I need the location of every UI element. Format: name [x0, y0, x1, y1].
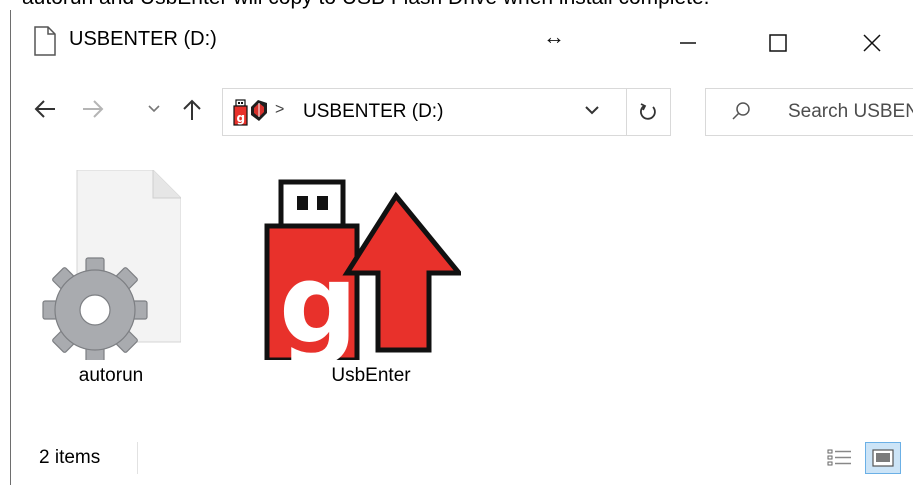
- title-bar: USBENTER (D:) ↔: [11, 10, 913, 70]
- large-icons-view-icon: [872, 449, 894, 467]
- refresh-icon: [639, 103, 656, 120]
- details-view-icon[interactable]: [827, 448, 853, 473]
- usb-drive-icon: g: [231, 99, 271, 132]
- window-title: USBENTER (D:): [69, 28, 217, 50]
- resize-cursor-icon: ↔: [543, 24, 565, 49]
- up-arrow-icon[interactable]: [181, 98, 203, 122]
- search-placeholder: Search USBENTER (D:): [788, 101, 913, 122]
- large-icons-view-button[interactable]: [865, 442, 901, 474]
- search-field[interactable]: Search USBENTER (D:): [705, 88, 913, 136]
- maximize-button[interactable]: [748, 20, 808, 66]
- file-list: autorun g UsbEnter: [11, 150, 913, 420]
- address-field[interactable]: g > USBENTER (D:): [222, 88, 627, 136]
- file-name-usbenter: UsbEnter: [331, 365, 411, 386]
- recent-locations-chevron-icon[interactable]: [147, 104, 161, 114]
- forward-arrow-icon[interactable]: [81, 98, 105, 120]
- file-item-autorun[interactable]: autorun: [41, 170, 181, 390]
- refresh-button[interactable]: [625, 88, 671, 136]
- search-icon: [730, 100, 752, 127]
- address-toolbar: g > USBENTER (D:) Search USBE: [11, 70, 913, 150]
- item-count: 2 items: [39, 447, 101, 468]
- close-icon: [863, 34, 881, 52]
- maximize-icon: [769, 34, 787, 52]
- status-divider: [137, 442, 138, 474]
- address-dropdown-icon[interactable]: [583, 101, 601, 124]
- status-bar: 2 items: [11, 428, 913, 478]
- back-arrow-icon[interactable]: [33, 98, 57, 120]
- folder-document-icon: [33, 26, 57, 61]
- breadcrumb-path[interactable]: USBENTER (D:): [303, 101, 443, 123]
- breadcrumb-chevron-icon: >: [275, 101, 285, 118]
- file-item-usbenter[interactable]: g UsbEnter: [261, 170, 461, 390]
- svg-text:g: g: [279, 240, 358, 360]
- svg-text:g: g: [237, 111, 246, 125]
- explorer-window: USBENTER (D:) ↔ g > USBENTER (D:) Search…: [10, 10, 913, 485]
- caption-text: autorun and UsbEnter will copy to USB Fl…: [22, 0, 709, 10]
- minimize-icon: [680, 42, 696, 44]
- close-button[interactable]: [842, 20, 902, 66]
- minimize-button[interactable]: [658, 20, 718, 66]
- file-name-autorun: autorun: [78, 365, 144, 386]
